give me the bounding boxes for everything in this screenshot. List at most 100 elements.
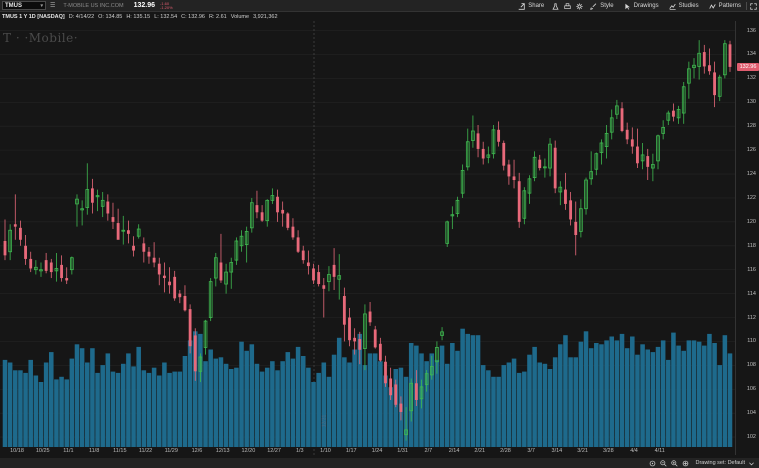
expand-button[interactable]	[747, 0, 759, 12]
candle-body-down	[348, 317, 351, 341]
volume-bar	[2, 359, 8, 447]
volume-bar	[522, 371, 527, 447]
candle-body-down	[286, 213, 290, 228]
volume-bar	[64, 379, 69, 447]
volume-bar	[552, 357, 558, 447]
company-watermark: T · ·Mobile·	[3, 31, 79, 45]
candle-body-down	[90, 188, 94, 203]
candle-body-down	[132, 245, 135, 251]
candle-body-down	[702, 52, 706, 67]
candle-body-down	[538, 159, 542, 169]
studies-button[interactable]: Studies	[664, 0, 704, 12]
candle-body-down	[29, 258, 33, 269]
symbol-input[interactable]: TMUS ▾	[2, 1, 46, 10]
volume-bar	[624, 348, 630, 447]
date-tick-label: 12/13	[215, 448, 230, 454]
volume-bar	[563, 335, 568, 447]
volume-bar	[681, 350, 686, 447]
volume-bar	[33, 375, 39, 447]
chart-pan-button[interactable]	[681, 459, 690, 468]
price-tick-label: 104	[746, 410, 756, 417]
candle-body-down	[630, 139, 634, 147]
symbol-menu-icon[interactable]: ☰	[50, 2, 55, 9]
volume-bar	[630, 336, 635, 447]
candle-body-down	[564, 189, 567, 204]
zoom-home-button[interactable]	[648, 459, 657, 468]
volume-bar	[578, 341, 584, 447]
price-tick-label: 122	[746, 194, 756, 201]
style-label: Style	[600, 3, 614, 9]
drawings-button[interactable]: Drawings	[619, 0, 664, 12]
date-tick-label: 4/4	[630, 448, 638, 454]
candle-body-down	[414, 383, 418, 401]
price-axis[interactable]: 102 104 106 108 110 112 114 116 118 120 122 124 126 1…	[735, 21, 759, 455]
volume-bar	[249, 344, 255, 447]
candle-body-down	[517, 181, 521, 222]
print-icon	[564, 2, 571, 9]
drawings-label: Drawings	[633, 3, 659, 9]
volume-bar	[645, 349, 651, 447]
patterns-icon	[708, 3, 716, 9]
volume-bar	[54, 379, 59, 447]
volume-bar	[90, 348, 95, 447]
volume-bar	[285, 352, 291, 447]
volume-bar	[635, 354, 640, 447]
candle-body-down	[3, 240, 7, 256]
date-tick-label: 3/21	[577, 448, 588, 454]
candle-body-down	[301, 250, 305, 261]
volume-bar	[599, 344, 604, 447]
target-icon	[650, 460, 656, 466]
candle-body-down	[276, 196, 279, 213]
price-tick-label: 126	[746, 147, 756, 154]
style-button[interactable]: Style	[585, 0, 618, 12]
candle-body-down	[157, 263, 161, 275]
zoom-in-icon	[671, 459, 679, 467]
candle-body-down	[188, 309, 192, 347]
drawing-set-menu[interactable]	[747, 459, 756, 468]
volume-bar	[511, 358, 517, 447]
zoom-out-button[interactable]	[659, 459, 668, 468]
volume-bar	[480, 365, 486, 447]
candle-body-down	[173, 276, 177, 299]
candle-body-down	[672, 110, 675, 117]
candle-body-down	[625, 129, 629, 140]
time-axis[interactable]: 10/18 10/25 11/1 11/8 11/15 11/22 11/29 12/6 12/…	[0, 447, 735, 458]
volume-bar	[558, 344, 563, 447]
candle-body-down	[106, 201, 110, 214]
candle-body-down	[358, 339, 362, 350]
volume-bar	[95, 372, 100, 447]
volume-bar	[614, 340, 620, 447]
patterns-button[interactable]: Patterns	[704, 0, 746, 12]
candle-body-down	[368, 311, 372, 323]
volume-bar	[218, 357, 224, 447]
share-button[interactable]: Share	[513, 0, 549, 12]
candle-body-down	[384, 361, 387, 384]
info-volume-label: Volume	[230, 13, 250, 20]
date-tick-label: 3/14	[551, 448, 563, 454]
candle-body-down	[24, 245, 27, 259]
top-toolbar: TMUS ▾ ☰ T-MOBILE US INC.COM 132.96 -1.6…	[0, 0, 759, 12]
volume-bar	[372, 353, 378, 447]
volume-bar	[84, 362, 90, 447]
flask-button[interactable]	[549, 0, 561, 12]
candle-body-down	[147, 251, 151, 257]
change-percent: -1.20%	[160, 4, 173, 10]
zoom-in-button[interactable]	[670, 459, 679, 468]
info-volume: 3,921,362	[253, 13, 278, 20]
settings-button[interactable]	[573, 0, 585, 12]
price-tick-label: 110	[747, 338, 756, 345]
volume-bar	[28, 359, 33, 447]
price-chart[interactable]: T · ·Mobile·	[0, 21, 735, 455]
candle-body-down	[219, 262, 223, 281]
volume-bar	[38, 382, 44, 447]
candle-body-down	[497, 129, 501, 142]
volume-bar	[486, 370, 491, 447]
chart-canvas[interactable]	[0, 21, 735, 455]
price-tick-label: 120	[746, 218, 756, 225]
volume-bar	[321, 362, 327, 447]
price-tick-label: 102	[746, 434, 756, 441]
candle-body-down	[116, 223, 120, 240]
share-label: Share	[528, 3, 545, 9]
volume-bar	[162, 362, 167, 447]
print-button[interactable]	[561, 0, 573, 12]
